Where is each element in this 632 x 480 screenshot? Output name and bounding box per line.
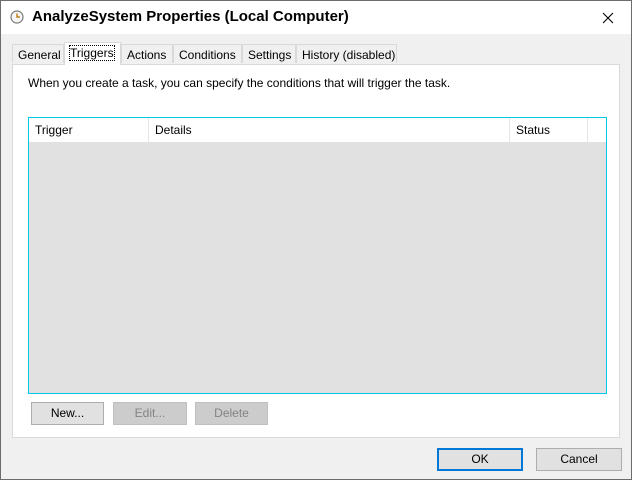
tab-conditions[interactable]: Conditions	[173, 44, 242, 63]
tab-label: History (disabled)	[302, 48, 396, 62]
ok-button-label: OK	[471, 452, 489, 466]
edit-button-label: Edit...	[134, 406, 166, 420]
new-trigger-button[interactable]: New...	[31, 402, 104, 425]
close-button[interactable]	[585, 1, 631, 34]
window-title: AnalyzeSystem Properties (Local Computer…	[32, 8, 349, 25]
column-header-status[interactable]: Status	[510, 118, 588, 142]
tab-label: Settings	[248, 48, 292, 62]
ok-button[interactable]: OK	[437, 448, 523, 471]
cancel-button[interactable]: Cancel	[536, 448, 622, 471]
tab-label: Conditions	[179, 48, 236, 62]
tab-label: Actions	[127, 48, 167, 62]
task-scheduler-icon	[10, 10, 24, 24]
title-bar[interactable]: AnalyzeSystem Properties (Local Computer…	[1, 1, 631, 34]
tab-actions[interactable]: Actions	[121, 44, 173, 63]
tab-label: General	[18, 48, 61, 62]
list-header: Trigger Details Status	[29, 118, 606, 142]
delete-button-label: Delete	[214, 406, 249, 420]
tab-settings[interactable]: Settings	[242, 44, 296, 63]
tab-label: Triggers	[69, 45, 115, 61]
triggers-description: When you create a task, you can specify …	[28, 76, 451, 90]
delete-trigger-button[interactable]: Delete	[195, 402, 268, 425]
triggers-panel: When you create a task, you can specify …	[12, 64, 620, 438]
column-header-details[interactable]: Details	[149, 118, 510, 142]
cancel-button-label: Cancel	[560, 452, 598, 466]
tab-triggers[interactable]: Triggers	[64, 42, 121, 65]
tab-history[interactable]: History (disabled)	[296, 44, 397, 63]
properties-dialog: AnalyzeSystem Properties (Local Computer…	[0, 0, 632, 480]
close-icon	[602, 12, 614, 23]
new-button-label: New...	[50, 406, 85, 420]
tab-general[interactable]: General	[12, 44, 64, 63]
column-header-filler	[588, 118, 606, 142]
edit-trigger-button[interactable]: Edit...	[113, 402, 187, 425]
triggers-list[interactable]: Trigger Details Status	[28, 117, 607, 394]
column-header-trigger[interactable]: Trigger	[29, 118, 149, 142]
